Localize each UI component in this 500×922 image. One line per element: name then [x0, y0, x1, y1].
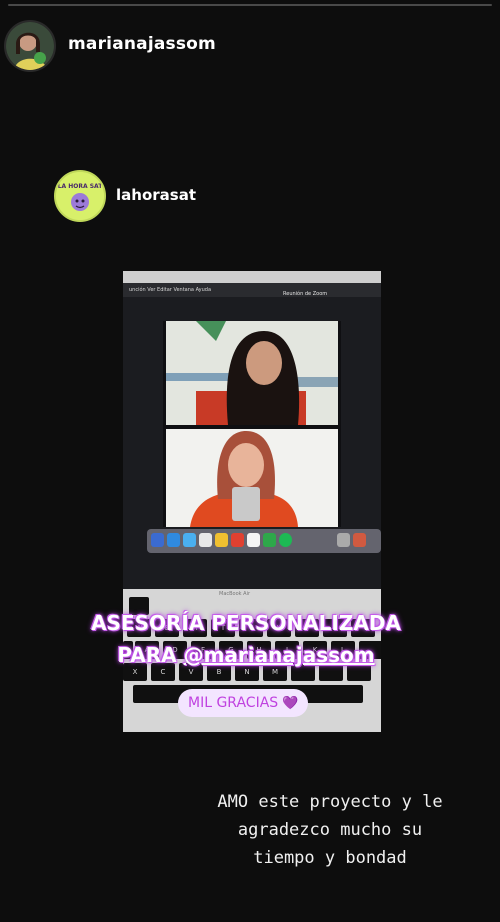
title-prefix: PARA — [117, 643, 184, 667]
participant-1-image — [166, 321, 338, 425]
story-title-line-2: PARA @marianajassom — [70, 643, 422, 667]
mention-link[interactable]: @marianajassom — [184, 643, 375, 667]
shared-account-name[interactable]: lahorasat — [116, 186, 196, 204]
profile-photo — [6, 22, 54, 70]
shared-account-logo: LA HORA SAT — [56, 172, 104, 220]
story-caption: AMO este proyecto y le agradezco mucho s… — [180, 788, 480, 872]
caption-line: agradezco mucho su — [237, 820, 423, 840]
sticker-text: MIL GRACIAS — [188, 695, 279, 711]
caption-line: AMO este proyecto y le — [217, 792, 443, 812]
story-progress-bar — [8, 4, 492, 6]
story-title-line-1: ASESORÍA PERSONALIZADA — [91, 611, 401, 635]
caption-line: tiempo y bondad — [253, 848, 407, 868]
story-username[interactable]: marianajassom — [68, 34, 216, 54]
participant-2-image — [166, 429, 338, 527]
story-screen[interactable]: marianajassom LA HORA SAT lahorasat unci… — [0, 0, 500, 922]
laptop-bezel — [123, 271, 381, 283]
video-tile-bottom — [166, 429, 338, 527]
profile-avatar[interactable] — [4, 20, 56, 72]
purple-heart-icon: 💜 — [282, 696, 299, 711]
zoom-window-title: Reunión de Zoom — [283, 291, 328, 297]
shared-account-avatar[interactable]: LA HORA SAT — [54, 170, 106, 222]
shared-logo-text: LA HORA SAT — [58, 183, 104, 190]
story-header: marianajassom — [0, 16, 500, 76]
mac-dock — [147, 529, 381, 553]
video-tile-top — [166, 321, 338, 425]
laptop-brand-label: MacBook Air — [219, 591, 251, 597]
thanks-sticker: MIL GRACIAS 💜 — [178, 689, 309, 717]
mac-menu-bar: unción Ver Editar Ventana Ayuda — [123, 283, 381, 297]
shared-post-header[interactable]: LA HORA SAT lahorasat — [54, 170, 314, 222]
zoom-window — [163, 321, 341, 527]
